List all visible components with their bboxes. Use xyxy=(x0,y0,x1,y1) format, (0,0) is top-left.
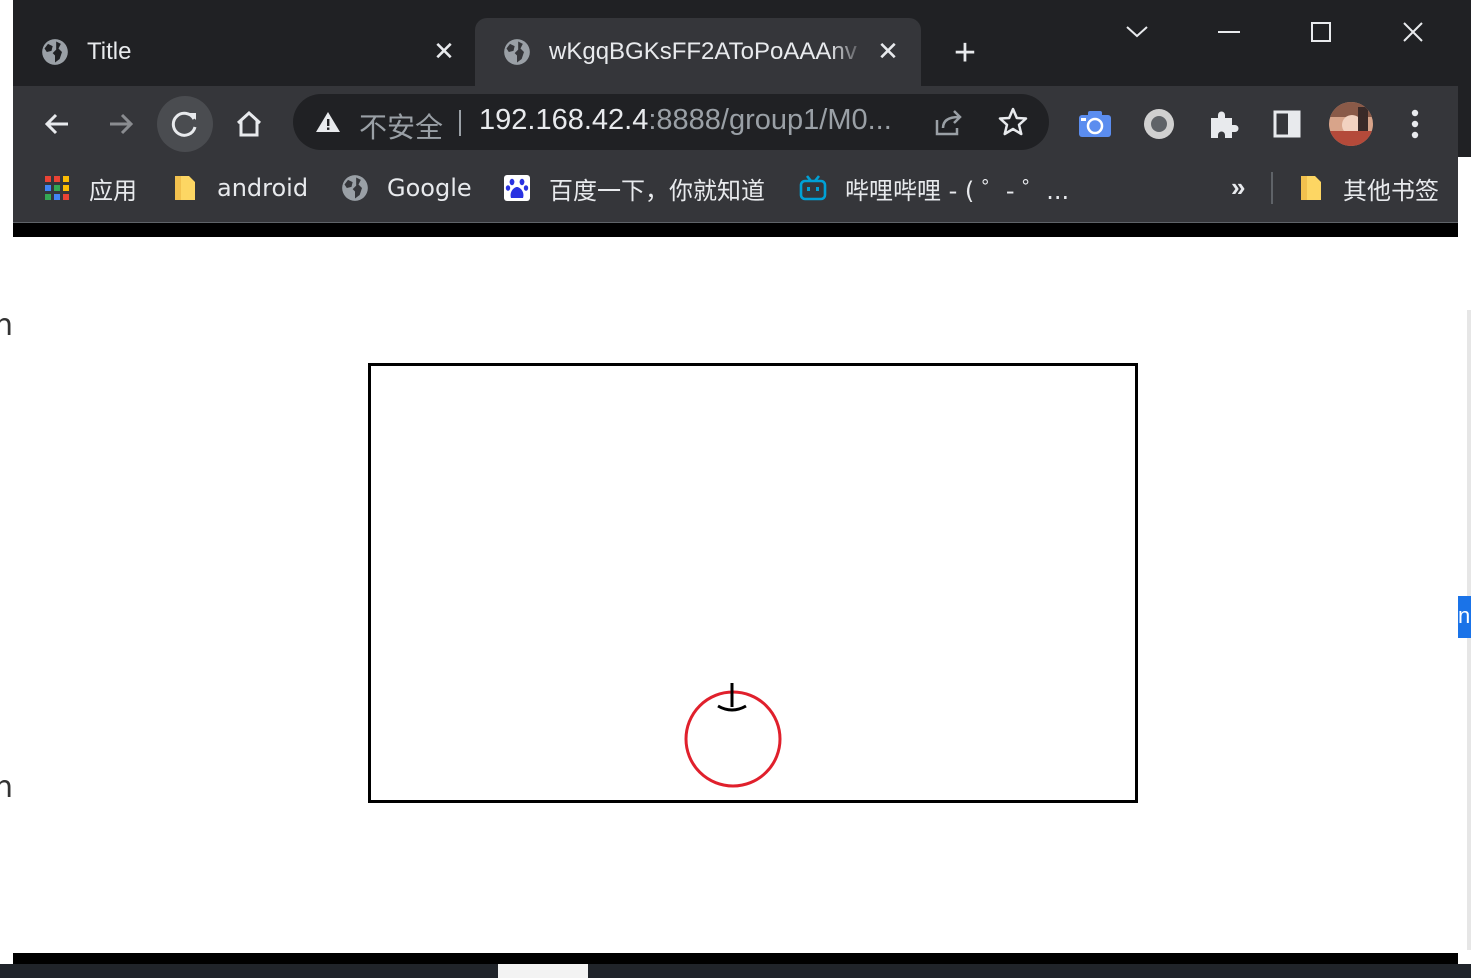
canvas-border xyxy=(368,363,1138,803)
more-vertical-icon xyxy=(1411,109,1419,139)
arrow-left-icon xyxy=(44,113,68,135)
bookmark-other[interactable]: 其他书签 xyxy=(1297,172,1439,205)
bookmark-android[interactable]: android xyxy=(171,172,308,204)
home-icon xyxy=(236,110,262,137)
menu-button[interactable] xyxy=(1387,96,1443,152)
bookmark-label: Google xyxy=(387,174,472,202)
home-button[interactable] xyxy=(221,96,277,152)
folder-icon xyxy=(175,176,195,200)
back-button[interactable] xyxy=(29,96,85,152)
globe-icon xyxy=(42,39,68,65)
globe-icon xyxy=(504,39,530,65)
reload-icon xyxy=(171,111,197,137)
tab-active-image[interactable]: wKgqBGKsFF2AToPoAAAnv ✕ xyxy=(475,18,921,86)
extensions-button[interactable] xyxy=(1195,96,1251,152)
profile-button[interactable] xyxy=(1323,96,1379,152)
canvas-frame xyxy=(368,363,1138,803)
bookmark-star-icon[interactable] xyxy=(997,106,1029,138)
bilibili-icon xyxy=(799,175,827,201)
browser-window: Title ✕ wKgqBGKsFF2AToPoAAAnv ✕ + 不安全 19… xyxy=(13,0,1458,964)
apps-grid-icon xyxy=(45,176,69,200)
bookmark-google[interactable]: Google xyxy=(341,172,472,204)
globe-icon xyxy=(342,175,368,201)
bookmark-baidu[interactable]: 百度一下，你就知道 xyxy=(503,172,765,205)
forward-button[interactable] xyxy=(93,96,149,152)
avatar xyxy=(1329,102,1373,146)
screenshot-extension-button[interactable] xyxy=(1067,96,1123,152)
tab-search-chevron-icon[interactable] xyxy=(1117,14,1157,50)
url-text[interactable]: 192.168.42.4:8888/group1/M0... xyxy=(479,104,892,137)
bookmark-label: android xyxy=(217,174,309,202)
record-extension-button[interactable] xyxy=(1131,96,1187,152)
puzzle-icon xyxy=(1211,111,1239,138)
address-bar[interactable]: 不安全 192.168.42.4:8888/group1/M0... xyxy=(293,94,1049,150)
reload-button[interactable] xyxy=(157,96,213,152)
bookmark-label: 其他书签 xyxy=(1343,176,1439,205)
share-icon[interactable] xyxy=(933,108,965,138)
toolbar: 不安全 192.168.42.4:8888/group1/M0... xyxy=(13,86,1458,158)
bookmark-apps[interactable]: 应用 xyxy=(43,172,137,205)
close-tab-icon[interactable]: ✕ xyxy=(873,36,903,66)
bookmark-label: 应用 xyxy=(89,176,137,205)
folder-icon xyxy=(1301,176,1321,200)
background-window-strip-right: n xyxy=(1458,0,1471,978)
security-label: 不安全 xyxy=(359,111,444,144)
background-window-strip: n n xyxy=(0,0,13,978)
tab-title-page[interactable]: Title ✕ xyxy=(13,18,473,86)
new-tab-button[interactable]: + xyxy=(947,34,983,72)
background-button: n xyxy=(1458,596,1471,638)
baidu-icon xyxy=(504,175,530,201)
tab-strip: Title ✕ wKgqBGKsFF2AToPoAAAnv ✕ + xyxy=(13,0,1458,86)
taskbar xyxy=(0,964,1471,978)
viewer-top-bar xyxy=(13,223,1458,237)
maximize-icon[interactable] xyxy=(1301,14,1341,50)
arrow-right-icon xyxy=(110,113,134,135)
background-text: n xyxy=(0,308,14,343)
bookmarks-bar: 应用 android Google 百度一下，你就知道 哔哩哔哩 - ( ゜- … xyxy=(13,158,1458,223)
tab-title: wKgqBGKsFF2AToPoAAAnv xyxy=(549,38,857,65)
warning-icon[interactable] xyxy=(315,110,341,134)
bookmark-bilibili[interactable]: 哔哩哔哩 - ( ゜- ゜... xyxy=(799,172,1070,205)
side-panel-button[interactable] xyxy=(1259,96,1315,152)
bookmark-label: 哔哩哔哩 - ( ゜- ゜... xyxy=(845,176,1070,205)
side-panel-icon xyxy=(1273,110,1301,138)
minimize-icon[interactable] xyxy=(1209,14,1249,50)
background-text: n xyxy=(0,770,14,805)
viewer-bottom-bar xyxy=(13,953,1458,964)
close-tab-icon[interactable]: ✕ xyxy=(429,36,459,66)
close-window-icon[interactable] xyxy=(1393,14,1433,50)
page-content xyxy=(13,237,1458,953)
circle-icon xyxy=(1144,109,1174,139)
more-bookmarks-icon[interactable]: » xyxy=(1231,172,1245,203)
bookmark-label: 百度一下，你就知道 xyxy=(549,176,765,205)
tab-title: Title xyxy=(87,38,132,65)
camera-icon xyxy=(1079,111,1111,137)
